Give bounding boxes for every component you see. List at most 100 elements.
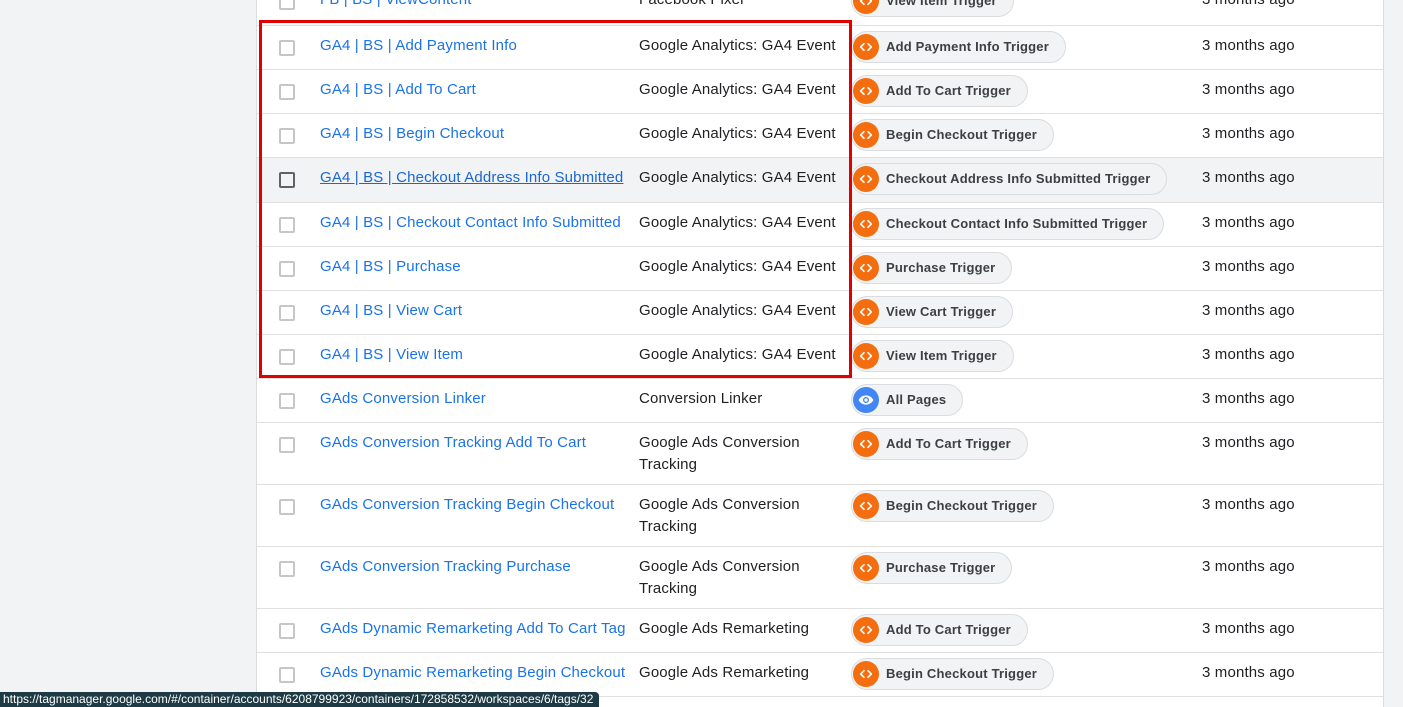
custom-event-icon	[853, 617, 879, 643]
last-edited: 3 months ago	[1202, 620, 1295, 637]
firing-trigger-chip[interactable]: View Item Trigger	[851, 0, 1014, 17]
status-bar-url: https://tagmanager.google.com/#/containe…	[0, 692, 600, 707]
row-select-checkbox[interactable]	[279, 437, 295, 453]
row-select-checkbox[interactable]	[279, 0, 295, 10]
table-row[interactable]: GA4 | BS | Purchase Google Analytics: GA4…	[257, 247, 1383, 291]
last-edited: 3 months ago	[1202, 496, 1295, 513]
last-edited: 3 months ago	[1202, 214, 1295, 231]
table-row[interactable]: GAds Conversion Tracking Begin Checkout G…	[257, 485, 1383, 547]
tag-name-link[interactable]: GA4 | BS | View Item	[320, 344, 638, 366]
custom-event-icon	[853, 0, 879, 14]
tag-type: Google Ads Conversion Tracking	[639, 434, 800, 473]
custom-event-icon	[853, 431, 879, 457]
tag-type: Google Analytics: GA4 Event	[639, 169, 836, 186]
firing-trigger-chip[interactable]: View Item Trigger	[851, 340, 1014, 372]
firing-trigger-label: Checkout Address Info Submitted Trigger	[886, 171, 1151, 186]
tag-name-link[interactable]: FB | BS | ViewContent	[320, 0, 638, 11]
custom-event-icon	[853, 299, 879, 325]
row-select-checkbox[interactable]	[279, 349, 295, 365]
table-row[interactable]: GA4 | BS | Add To Cart Google Analytics: …	[257, 70, 1383, 114]
custom-event-icon	[853, 255, 879, 281]
tags-table: FB | BS | ViewContentFacebook Pixel View …	[256, 0, 1384, 707]
firing-trigger-label: Add To Cart Trigger	[886, 622, 1011, 637]
row-select-checkbox[interactable]	[279, 84, 295, 100]
firing-trigger-label: Begin Checkout Trigger	[886, 498, 1038, 513]
firing-trigger-chip[interactable]: Add To Cart Trigger	[851, 75, 1028, 107]
firing-trigger-chip[interactable]: Purchase Trigger	[851, 552, 1013, 584]
tag-name-link[interactable]: GAds Dynamic Remarketing Begin Checkout	[320, 662, 638, 684]
table-row[interactable]: FB | BS | ViewContentFacebook Pixel View …	[257, 0, 1383, 26]
table-row[interactable]: GA4 | BS | Checkout Address Info Submitt…	[257, 158, 1383, 203]
row-select-checkbox[interactable]	[279, 172, 295, 188]
firing-trigger-label: Purchase Trigger	[886, 560, 996, 575]
row-select-checkbox[interactable]	[279, 393, 295, 409]
last-edited: 3 months ago	[1202, 390, 1295, 407]
last-edited: 3 months ago	[1202, 125, 1295, 142]
row-select-checkbox[interactable]	[279, 623, 295, 639]
tag-name-link[interactable]: GA4 | BS | Checkout Address Info Submitt…	[320, 167, 638, 189]
tag-type: Google Ads Conversion Tracking	[639, 496, 800, 535]
last-edited: 3 months ago	[1202, 664, 1295, 681]
tag-name-link[interactable]: GA4 | BS | View Cart	[320, 300, 638, 322]
tag-type: Google Analytics: GA4 Event	[639, 346, 836, 363]
firing-trigger-chip[interactable]: Begin Checkout Trigger	[851, 119, 1055, 151]
firing-trigger-label: View Item Trigger	[886, 0, 997, 8]
custom-event-icon	[853, 166, 879, 192]
tag-name-link[interactable]: GAds Conversion Linker	[320, 388, 638, 410]
firing-trigger-chip[interactable]: Add Payment Info Trigger	[851, 31, 1066, 63]
table-row[interactable]: GA4 | BS | Begin Checkout Google Analytic…	[257, 114, 1383, 158]
table-row[interactable]: GA4 | BS | View Item Google Analytics: GA…	[257, 335, 1383, 379]
table-row[interactable]: GAds Conversion Linker Conversion Linker A…	[257, 379, 1383, 423]
tag-name-link[interactable]: GAds Conversion Tracking Purchase	[320, 556, 638, 578]
firing-trigger-chip[interactable]: Add To Cart Trigger	[851, 428, 1028, 460]
tag-type: Google Analytics: GA4 Event	[639, 37, 836, 54]
tag-name-link[interactable]: GAds Dynamic Remarketing Add To Cart Tag	[320, 618, 638, 640]
firing-trigger-label: Add To Cart Trigger	[886, 83, 1011, 98]
firing-trigger-chip[interactable]: Checkout Contact Info Submitted Trigger	[851, 208, 1165, 240]
row-select-checkbox[interactable]	[279, 499, 295, 515]
firing-trigger-label: Begin Checkout Trigger	[886, 666, 1038, 681]
firing-trigger-chip[interactable]: View Cart Trigger	[851, 296, 1014, 328]
table-row[interactable]: GAds Conversion Tracking Purchase Google …	[257, 547, 1383, 609]
table-row[interactable]: GAds Dynamic Remarketing Begin Checkout G…	[257, 653, 1383, 697]
row-select-checkbox[interactable]	[279, 561, 295, 577]
tag-type: Google Analytics: GA4 Event	[639, 214, 836, 231]
firing-trigger-chip[interactable]: Begin Checkout Trigger	[851, 490, 1055, 522]
tag-type: Google Analytics: GA4 Event	[639, 125, 836, 142]
row-select-checkbox[interactable]	[279, 305, 295, 321]
table-row[interactable]: GAds Conversion Tracking Add To Cart Goog…	[257, 423, 1383, 485]
tag-name-link[interactable]: GA4 | BS | Checkout Contact Info Submitt…	[320, 212, 638, 234]
last-edited: 3 months ago	[1202, 434, 1295, 451]
row-select-checkbox[interactable]	[279, 217, 295, 233]
tag-name-link[interactable]: GAds Conversion Tracking Add To Cart	[320, 432, 638, 454]
custom-event-icon	[853, 122, 879, 148]
tag-name-link[interactable]: GA4 | BS | Add To Cart	[320, 79, 638, 101]
tag-name-link[interactable]: GAds Conversion Tracking Begin Checkout	[320, 494, 638, 516]
tag-name-link[interactable]: GA4 | BS | Add Payment Info	[320, 35, 638, 57]
firing-trigger-chip[interactable]: Purchase Trigger	[851, 252, 1013, 284]
firing-trigger-label: Add To Cart Trigger	[886, 436, 1011, 451]
eye-icon	[853, 387, 879, 413]
table-row[interactable]: GAds Dynamic Remarketing Add To Cart Tag…	[257, 609, 1383, 653]
custom-event-icon	[853, 211, 879, 237]
row-select-checkbox[interactable]	[279, 667, 295, 683]
tag-name-link[interactable]: GA4 | BS | Purchase	[320, 256, 638, 278]
row-select-checkbox[interactable]	[279, 261, 295, 277]
last-edited: 3 months ago	[1202, 37, 1295, 54]
firing-trigger-label: Add Payment Info Trigger	[886, 39, 1049, 54]
row-select-checkbox[interactable]	[279, 40, 295, 56]
table-row[interactable]: GA4 | BS | View Cart Google Analytics: GA…	[257, 291, 1383, 335]
firing-trigger-label: View Cart Trigger	[886, 304, 997, 319]
custom-event-icon	[853, 661, 879, 687]
firing-trigger-chip[interactable]: Begin Checkout Trigger	[851, 658, 1055, 690]
row-select-checkbox[interactable]	[279, 128, 295, 144]
firing-trigger-chip[interactable]: Checkout Address Info Submitted Trigger	[851, 163, 1168, 195]
tag-name-link[interactable]: GA4 | BS | Begin Checkout	[320, 123, 638, 145]
firing-trigger-chip[interactable]: All Pages	[851, 384, 964, 416]
firing-trigger-chip[interactable]: Add To Cart Trigger	[851, 614, 1028, 646]
tag-type: Google Ads Remarketing	[639, 620, 810, 637]
table-row[interactable]: GA4 | BS | Checkout Contact Info Submitt…	[257, 203, 1383, 247]
last-edited: 3 months ago	[1202, 302, 1295, 319]
table-row[interactable]: GA4 | BS | Add Payment Info Google Analyt…	[257, 26, 1383, 70]
firing-trigger-label: Checkout Contact Info Submitted Trigger	[886, 216, 1148, 231]
